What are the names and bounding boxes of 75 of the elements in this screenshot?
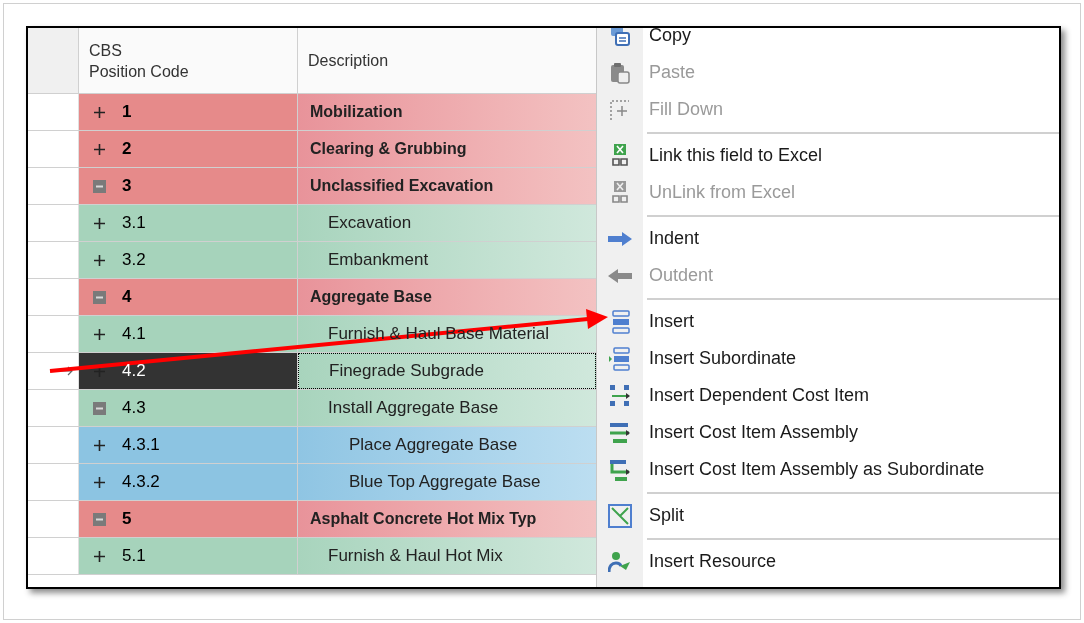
menu-item[interactable]: Insert Cost Item Assembly as Subordinate xyxy=(597,451,1059,488)
dependent-item-icon xyxy=(609,383,631,408)
expand-icon[interactable] xyxy=(93,327,106,341)
row-indicator-cell[interactable] xyxy=(28,242,79,278)
code-text: 2 xyxy=(122,138,132,161)
description-text: Clearing & Grubbing xyxy=(310,139,467,159)
row-indicator-cell[interactable] xyxy=(28,316,79,352)
insert-subrows-icon xyxy=(609,346,631,371)
row-indicator-cell[interactable] xyxy=(28,427,79,463)
expand-icon[interactable] xyxy=(93,475,106,489)
split-icon xyxy=(608,503,632,528)
excel-link-icon xyxy=(609,143,631,168)
expand-icon[interactable] xyxy=(93,216,106,230)
row-indicator-cell[interactable] xyxy=(28,353,79,389)
row-indicator-cell[interactable] xyxy=(28,390,79,426)
menu-item[interactable]: Split xyxy=(597,497,1059,534)
code-text: 4 xyxy=(122,286,132,309)
collapse-icon[interactable] xyxy=(93,401,106,415)
expand-icon[interactable] xyxy=(93,549,106,563)
expand-icon[interactable] xyxy=(93,105,106,119)
row-indicator-cell[interactable] xyxy=(28,131,79,167)
clipboard-icon xyxy=(609,61,631,84)
column-header[interactable]: CBS Position Code xyxy=(79,28,298,93)
menu-item[interactable]: Insert Resource xyxy=(597,543,1059,580)
menu-item[interactable]: Insert Subordinate xyxy=(597,340,1059,377)
collapse-icon[interactable] xyxy=(93,512,106,526)
row-indicator-cell[interactable] xyxy=(28,279,79,315)
row-indicator-cell[interactable] xyxy=(28,538,79,574)
row-indicator-cell[interactable] xyxy=(28,205,79,241)
code-text: 4.3 xyxy=(122,397,146,420)
right-arrow-icon xyxy=(608,231,632,246)
insert-rows-icon xyxy=(609,309,631,334)
description-text: Asphalt Concrete Hot Mix Typ xyxy=(310,509,537,529)
code-text: 4.3.1 xyxy=(122,434,160,457)
assembly-icon xyxy=(609,420,631,445)
code-text: 1 xyxy=(122,101,132,124)
description-text: Finegrade Subgrade xyxy=(329,360,484,383)
menu-item[interactable]: Insert xyxy=(597,303,1059,340)
row-indicator-cell[interactable] xyxy=(28,501,79,537)
description-text: Mobilization xyxy=(310,102,403,122)
left-arrow-icon xyxy=(608,268,632,283)
menu-item[interactable]: Copy xyxy=(597,28,1059,54)
description-text: Blue Top Aggregate Base xyxy=(349,471,541,494)
code-text: 5.1 xyxy=(122,545,146,568)
menu-item[interactable]: Indent xyxy=(597,220,1059,257)
code-text: 4.2 xyxy=(122,360,146,383)
description-text: Embankment xyxy=(328,249,429,272)
assembly-subordinate-icon xyxy=(609,457,631,482)
collapse-icon[interactable] xyxy=(93,290,106,304)
code-text: 4.1 xyxy=(122,323,146,346)
code-text: 3.1 xyxy=(122,212,146,235)
person-icon xyxy=(608,549,632,574)
menu-item[interactable]: Link this field to Excel xyxy=(597,137,1059,174)
code-text: 3.2 xyxy=(122,249,146,272)
menu-item[interactable]: Insert Dependent Cost Item xyxy=(597,377,1059,414)
row-indicator-cell[interactable] xyxy=(28,464,79,500)
code-text: 4.3.2 xyxy=(122,471,160,494)
collapse-icon[interactable] xyxy=(93,179,106,193)
menu-item[interactable]: Insert Cost Item Assembly xyxy=(597,414,1059,451)
code-text: 3 xyxy=(122,175,132,198)
description-text: Excavation xyxy=(328,212,412,235)
description-text: Unclassified Excavation xyxy=(310,176,494,196)
expand-icon[interactable] xyxy=(93,142,106,156)
description-text: Furnish & Haul Hot Mix xyxy=(328,545,503,568)
excel-unlink-icon xyxy=(609,180,631,205)
fill-down-icon xyxy=(609,98,631,121)
description-text: Aggregate Base xyxy=(310,287,432,307)
description-text: Install Aggregate Base xyxy=(328,397,499,420)
expand-icon[interactable] xyxy=(93,438,106,452)
code-text: 5 xyxy=(122,508,132,531)
description-text: Place Aggregate Base xyxy=(349,434,518,457)
expand-icon[interactable] xyxy=(93,253,106,267)
row-indicator-cell[interactable] xyxy=(28,168,79,204)
column-header[interactable]: Description xyxy=(298,28,596,93)
row-indicator-cell[interactable] xyxy=(28,94,79,130)
